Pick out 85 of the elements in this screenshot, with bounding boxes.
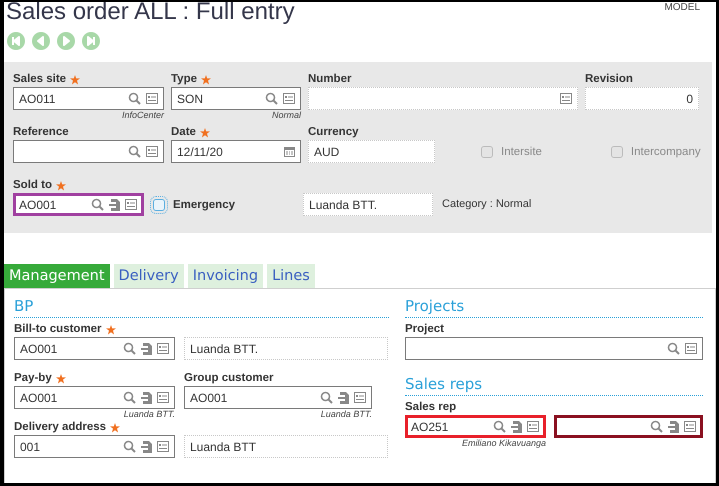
search-icon[interactable] [320, 391, 333, 404]
card-icon[interactable] [157, 392, 169, 403]
input-field[interactable]: AO011 [13, 87, 164, 110]
input-field[interactable] [13, 140, 164, 163]
required-star-icon [106, 324, 116, 334]
calendar-icon[interactable] [284, 146, 295, 157]
search-icon[interactable] [91, 198, 104, 211]
arrow-into-page-icon[interactable] [511, 420, 522, 432]
arrow-into-page-icon[interactable] [668, 420, 679, 432]
input-field[interactable]: AO251 [405, 415, 546, 438]
checkbox-label: Intersite [501, 146, 542, 158]
field-label: Currency [308, 125, 358, 140]
checkbox-label: Emergency [173, 198, 236, 210]
arrow-into-page-icon[interactable] [141, 342, 152, 354]
tab[interactable]: Lines [267, 264, 315, 288]
field-label: Reference [13, 125, 69, 140]
input-field[interactable]: 001 [14, 435, 175, 458]
required-star-icon [201, 74, 211, 84]
readonly-field: Luanda BTT [184, 435, 388, 458]
input-field[interactable]: AO001 [14, 337, 175, 360]
field-label: Sales site [13, 72, 80, 87]
card-icon[interactable] [146, 93, 158, 104]
search-icon[interactable] [667, 342, 680, 355]
card-icon[interactable] [560, 93, 572, 104]
required-star-icon [56, 180, 66, 190]
field-label: Pay-by [14, 371, 66, 386]
field-label: Sold to [13, 178, 66, 193]
input-field[interactable] [554, 415, 703, 438]
readonly-field: Luanda BTT. [184, 337, 388, 360]
field-label: Sales rep [405, 400, 456, 415]
section-title: BP [14, 297, 389, 318]
field-label: Delivery address [14, 420, 120, 435]
arrow-into-page-icon[interactable] [338, 392, 349, 404]
readonly-field: Luanda BTT. [303, 193, 434, 216]
card-icon[interactable] [685, 343, 697, 354]
readonly-field: AUD [308, 140, 435, 163]
section-title: Projects [405, 297, 703, 318]
field-note: InfoCenter [122, 110, 164, 121]
search-icon[interactable] [128, 145, 141, 158]
arrow-into-page-icon[interactable] [141, 392, 152, 404]
required-star-icon [70, 74, 80, 84]
input-field[interactable]: AO001 [13, 193, 144, 216]
tab[interactable]: Invoicing [188, 264, 264, 288]
card-icon[interactable] [684, 421, 696, 432]
search-icon[interactable] [265, 92, 278, 105]
input-field[interactable]: AO001 [184, 386, 372, 409]
input-field[interactable]: AO001 [14, 386, 175, 409]
field-note: Normal [272, 110, 301, 121]
category-text: Category : Normal [442, 197, 532, 212]
field-label: Date [171, 125, 210, 140]
readonly-field: 0 [585, 87, 699, 110]
search-icon[interactable] [123, 391, 136, 404]
card-icon[interactable] [283, 93, 295, 104]
field-label: Group customer [184, 371, 274, 386]
field-label: Number [308, 72, 352, 87]
tab[interactable]: Delivery [114, 264, 184, 288]
field-label: Type [171, 72, 211, 87]
search-icon[interactable] [123, 342, 136, 355]
search-icon[interactable] [123, 440, 136, 453]
input-field[interactable]: SON [171, 87, 301, 110]
input-field[interactable]: 12/11/20 [171, 140, 301, 163]
card-icon[interactable] [354, 392, 366, 403]
field-label: Revision [585, 72, 633, 87]
arrow-into-page-icon[interactable] [109, 198, 120, 210]
arrow-into-page-icon[interactable] [141, 440, 152, 452]
card-icon[interactable] [157, 441, 169, 452]
field-label: Bill-to customer [14, 322, 116, 337]
required-star-icon [56, 374, 66, 384]
required-star-icon [200, 128, 210, 138]
model-label: MODEL [664, 2, 700, 13]
input-field[interactable] [405, 337, 703, 360]
search-icon[interactable] [493, 420, 506, 433]
section-title: Sales reps [405, 375, 703, 396]
checkbox-label: Intercompany [630, 146, 701, 158]
card-icon[interactable] [527, 421, 539, 432]
search-icon[interactable] [128, 92, 141, 105]
card-icon[interactable] [146, 146, 158, 157]
field-note: Luanda BTT. [320, 409, 372, 420]
field-note: Luanda BTT. [124, 409, 175, 420]
field-label: Project [405, 322, 444, 337]
card-icon[interactable] [157, 343, 169, 354]
card-icon[interactable] [125, 199, 137, 210]
field-note: Emiliano Kikavuanga [462, 438, 546, 449]
search-icon[interactable] [650, 420, 663, 433]
required-star-icon [110, 422, 120, 432]
